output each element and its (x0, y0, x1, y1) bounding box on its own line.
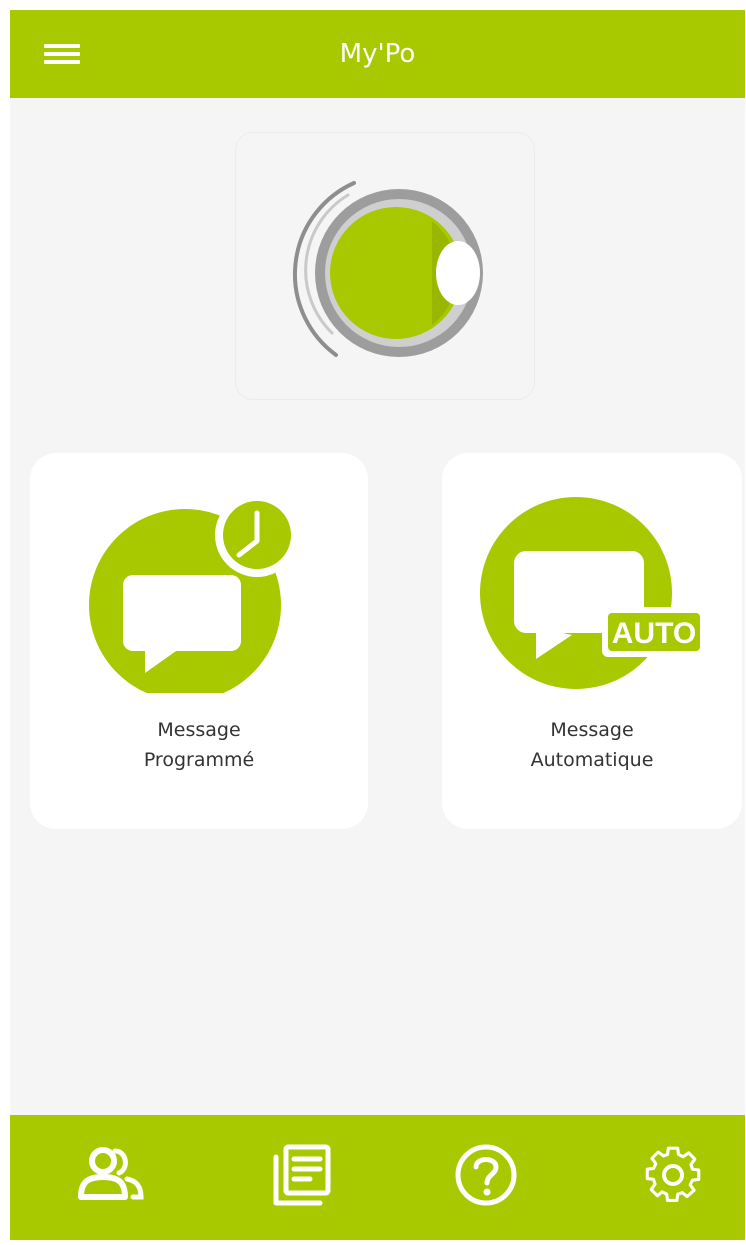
automatic-message-icon: AUTO (480, 497, 706, 689)
mypo-eye-logo (292, 181, 483, 357)
tile-label-line: Message (550, 719, 634, 741)
app-title: My'Po (339, 39, 416, 69)
help-icon (455, 1144, 517, 1206)
nav-contacts-button[interactable] (66, 1137, 156, 1217)
auto-badge-text: AUTO (612, 617, 696, 650)
tile-label-line: Message (157, 719, 241, 741)
settings-icon (645, 1146, 701, 1202)
contacts-icon (78, 1147, 144, 1200)
automatic-message-tile[interactable]: AUTO Message Automatique (442, 453, 742, 829)
app-bar: My'Po (10, 10, 745, 98)
menu-button[interactable] (34, 34, 90, 74)
automatic-message-label: Message Automatique (442, 715, 742, 775)
scheduled-message-tile[interactable]: Message Programmé (30, 453, 368, 829)
tile-label-line: Automatique (530, 749, 654, 771)
bottom-navigation (10, 1115, 745, 1240)
document-list-icon (273, 1144, 331, 1206)
scheduled-message-icon (89, 493, 299, 693)
nav-settings-button[interactable] (628, 1137, 718, 1217)
scheduled-message-label: Message Programmé (30, 715, 368, 775)
app-screen: My'Po Message Programmé AUTO Message Aut… (10, 10, 745, 1240)
nav-help-button[interactable] (441, 1137, 531, 1217)
nav-documents-button[interactable] (255, 1137, 345, 1217)
logo-card (235, 132, 535, 400)
tile-label-line: Programmé (143, 749, 255, 771)
